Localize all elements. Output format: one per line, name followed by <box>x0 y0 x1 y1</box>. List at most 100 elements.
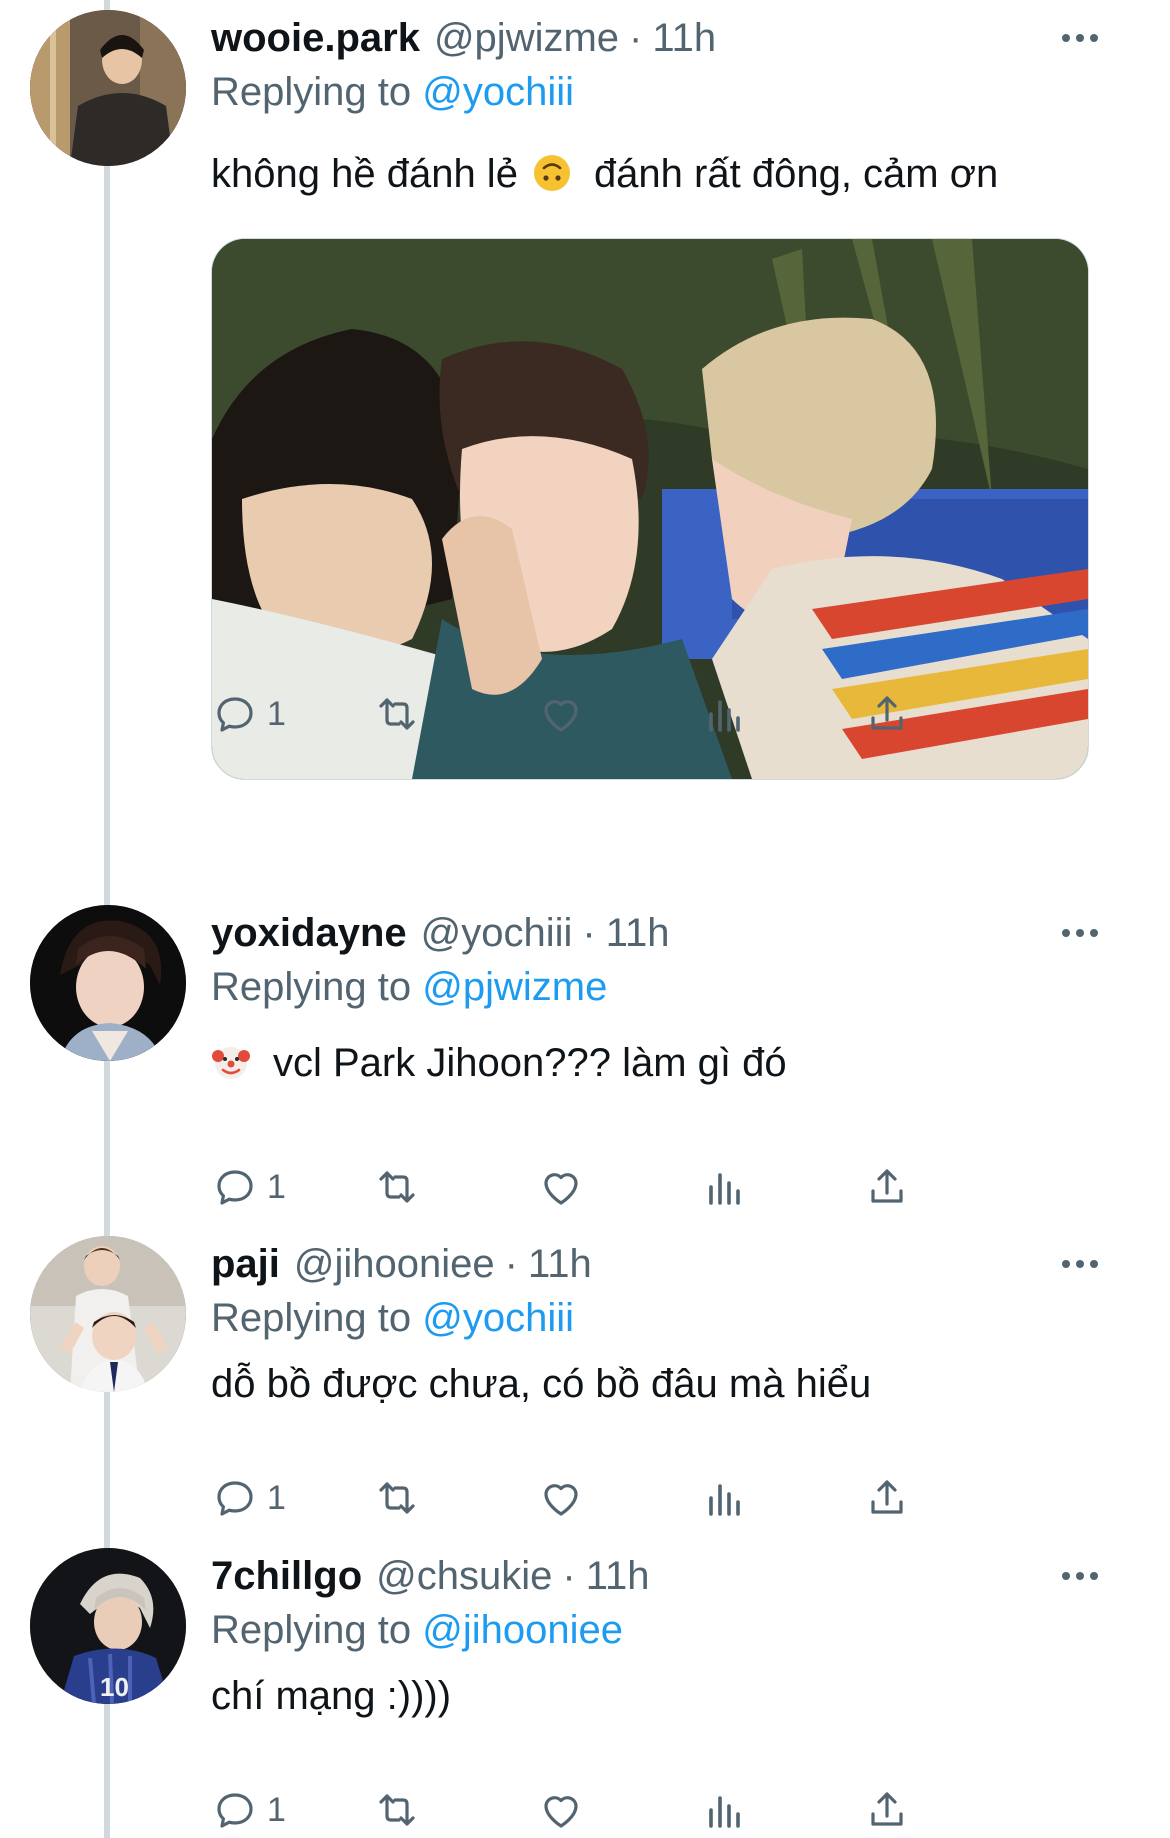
tweet-actions: 1 <box>211 1161 1031 1213</box>
reply-button[interactable]: 1 <box>211 1161 286 1213</box>
analytics-button[interactable] <box>701 1161 749 1213</box>
tweet-header: paji @jihooniee · 11h <box>211 1236 1110 1292</box>
avatar[interactable] <box>30 1236 186 1392</box>
display-name[interactable]: paji <box>211 1242 280 1287</box>
tweet-actions: 1 <box>211 1472 1031 1524</box>
reply-count: 1 <box>267 1167 286 1206</box>
timestamp[interactable]: 11h <box>528 1242 592 1287</box>
reply-button[interactable]: 1 <box>211 1784 286 1836</box>
share-button[interactable] <box>863 1161 911 1213</box>
svg-text:10: 10 <box>100 1672 129 1702</box>
separator-dot: · <box>562 1553 576 1598</box>
replying-to: Replying to @pjwizme <box>211 961 1110 1013</box>
tweet[interactable]: 10 7chillgo @chsukie · 11h Replying to @… <box>0 1536 1170 1836</box>
tweet-header: yoxidayne @yochiii · 11h <box>211 905 1110 961</box>
retweet-button[interactable] <box>373 688 421 740</box>
reply-count: 1 <box>267 1790 286 1829</box>
avatar[interactable] <box>30 905 186 1061</box>
share-button[interactable] <box>863 688 911 740</box>
upside-down-face-icon <box>533 155 570 191</box>
tweet-text: dỗ bồ được chưa, có bồ đâu mà hiểu <box>211 1362 872 1406</box>
reply-button[interactable]: 1 <box>211 1472 286 1524</box>
timestamp[interactable]: 11h <box>606 911 670 956</box>
analytics-icon <box>709 700 740 732</box>
replying-to: Replying to @yochiii <box>211 66 1110 118</box>
separator-dot: · <box>582 910 596 955</box>
replying-to: Replying to @jihooniee <box>211 1604 1110 1656</box>
clown-face-icon <box>212 1047 250 1079</box>
reply-icon <box>217 1793 253 1828</box>
replying-label: Replying to <box>211 1608 412 1652</box>
like-icon <box>544 1173 578 1205</box>
like-button[interactable] <box>537 1784 585 1836</box>
analytics-button[interactable] <box>701 688 749 740</box>
like-button[interactable] <box>537 1161 585 1213</box>
tweet-header: 7chillgo @chsukie · 11h <box>211 1548 1110 1604</box>
share-icon <box>871 696 903 730</box>
avatar[interactable] <box>30 10 186 166</box>
separator-dot: · <box>629 15 643 60</box>
avatar[interactable]: 10 <box>30 1548 186 1704</box>
analytics-icon <box>709 1484 740 1516</box>
more-options-icon[interactable] <box>1050 905 1110 961</box>
mention-link[interactable]: @yochiii <box>422 1296 574 1340</box>
user-handle[interactable]: @pjwizme <box>434 16 619 61</box>
more-options-icon[interactable] <box>1050 10 1110 66</box>
like-icon <box>544 1484 578 1516</box>
retweet-icon <box>379 1171 415 1203</box>
reply-icon <box>217 1481 253 1516</box>
reply-icon <box>217 1170 253 1205</box>
mention-link[interactable]: @yochiii <box>422 70 574 114</box>
display-name[interactable]: yoxidayne <box>211 911 407 956</box>
timestamp[interactable]: 11h <box>652 16 716 61</box>
tweet-text-part: đánh rất đông, cảm ơn <box>593 152 999 196</box>
replying-label: Replying to <box>211 965 412 1009</box>
tweet-header: wooie.park @pjwizme · 11h <box>211 10 1110 66</box>
reply-icon <box>217 697 253 732</box>
user-handle[interactable]: @chsukie <box>376 1554 552 1599</box>
retweet-button[interactable] <box>373 1784 421 1836</box>
mention-link[interactable]: @jihooniee <box>422 1608 623 1652</box>
like-button[interactable] <box>537 688 585 740</box>
reply-button[interactable]: 1 <box>211 688 286 740</box>
analytics-icon <box>709 1173 740 1205</box>
reply-count: 1 <box>267 694 286 733</box>
display-name[interactable]: wooie.park <box>211 16 420 61</box>
retweet-icon <box>379 698 415 730</box>
replying-label: Replying to <box>211 1296 412 1340</box>
more-options-icon[interactable] <box>1050 1236 1110 1292</box>
reply-count: 1 <box>267 1478 286 1517</box>
retweet-icon <box>379 1482 415 1514</box>
timestamp[interactable]: 11h <box>586 1554 650 1599</box>
replying-label: Replying to <box>211 70 412 114</box>
replying-to: Replying to @yochiii <box>211 1292 1110 1344</box>
display-name[interactable]: 7chillgo <box>211 1554 362 1599</box>
tweet-actions: 1 <box>211 688 1031 740</box>
analytics-button[interactable] <box>701 1784 749 1836</box>
tweet-actions: 1 <box>211 1784 1031 1836</box>
like-button[interactable] <box>537 1472 585 1524</box>
share-icon <box>871 1792 903 1826</box>
mention-link[interactable]: @pjwizme <box>422 965 607 1009</box>
retweet-button[interactable] <box>373 1472 421 1524</box>
share-button[interactable] <box>863 1784 911 1836</box>
tweet[interactable]: yoxidayne @yochiii · 11h Replying to @pj… <box>0 893 1170 1213</box>
user-handle[interactable]: @yochiii <box>421 911 573 956</box>
retweet-button[interactable] <box>373 1161 421 1213</box>
user-handle[interactable]: @jihooniee <box>294 1242 495 1287</box>
like-icon <box>544 1796 578 1828</box>
tweet-text: vcl Park Jihoon??? làm gì đó <box>211 1037 1110 1089</box>
tweet[interactable]: paji @jihooniee · 11h Replying to @yochi… <box>0 1224 1170 1524</box>
tweet[interactable]: wooie.park @pjwizme · 11h Replying to @y… <box>0 0 1170 780</box>
tweet-text-part: vcl Park Jihoon??? làm gì đó <box>273 1041 787 1085</box>
analytics-icon <box>709 1796 740 1828</box>
share-icon <box>871 1169 903 1203</box>
analytics-button[interactable] <box>701 1472 749 1524</box>
share-button[interactable] <box>863 1472 911 1524</box>
retweet-icon <box>379 1794 415 1826</box>
tweet-text-part: không hề đánh lẻ <box>211 152 518 196</box>
share-icon <box>871 1480 903 1514</box>
tweet-text: chí mạng :)))) <box>211 1674 452 1718</box>
separator-dot: · <box>504 1241 518 1286</box>
more-options-icon[interactable] <box>1050 1548 1110 1604</box>
